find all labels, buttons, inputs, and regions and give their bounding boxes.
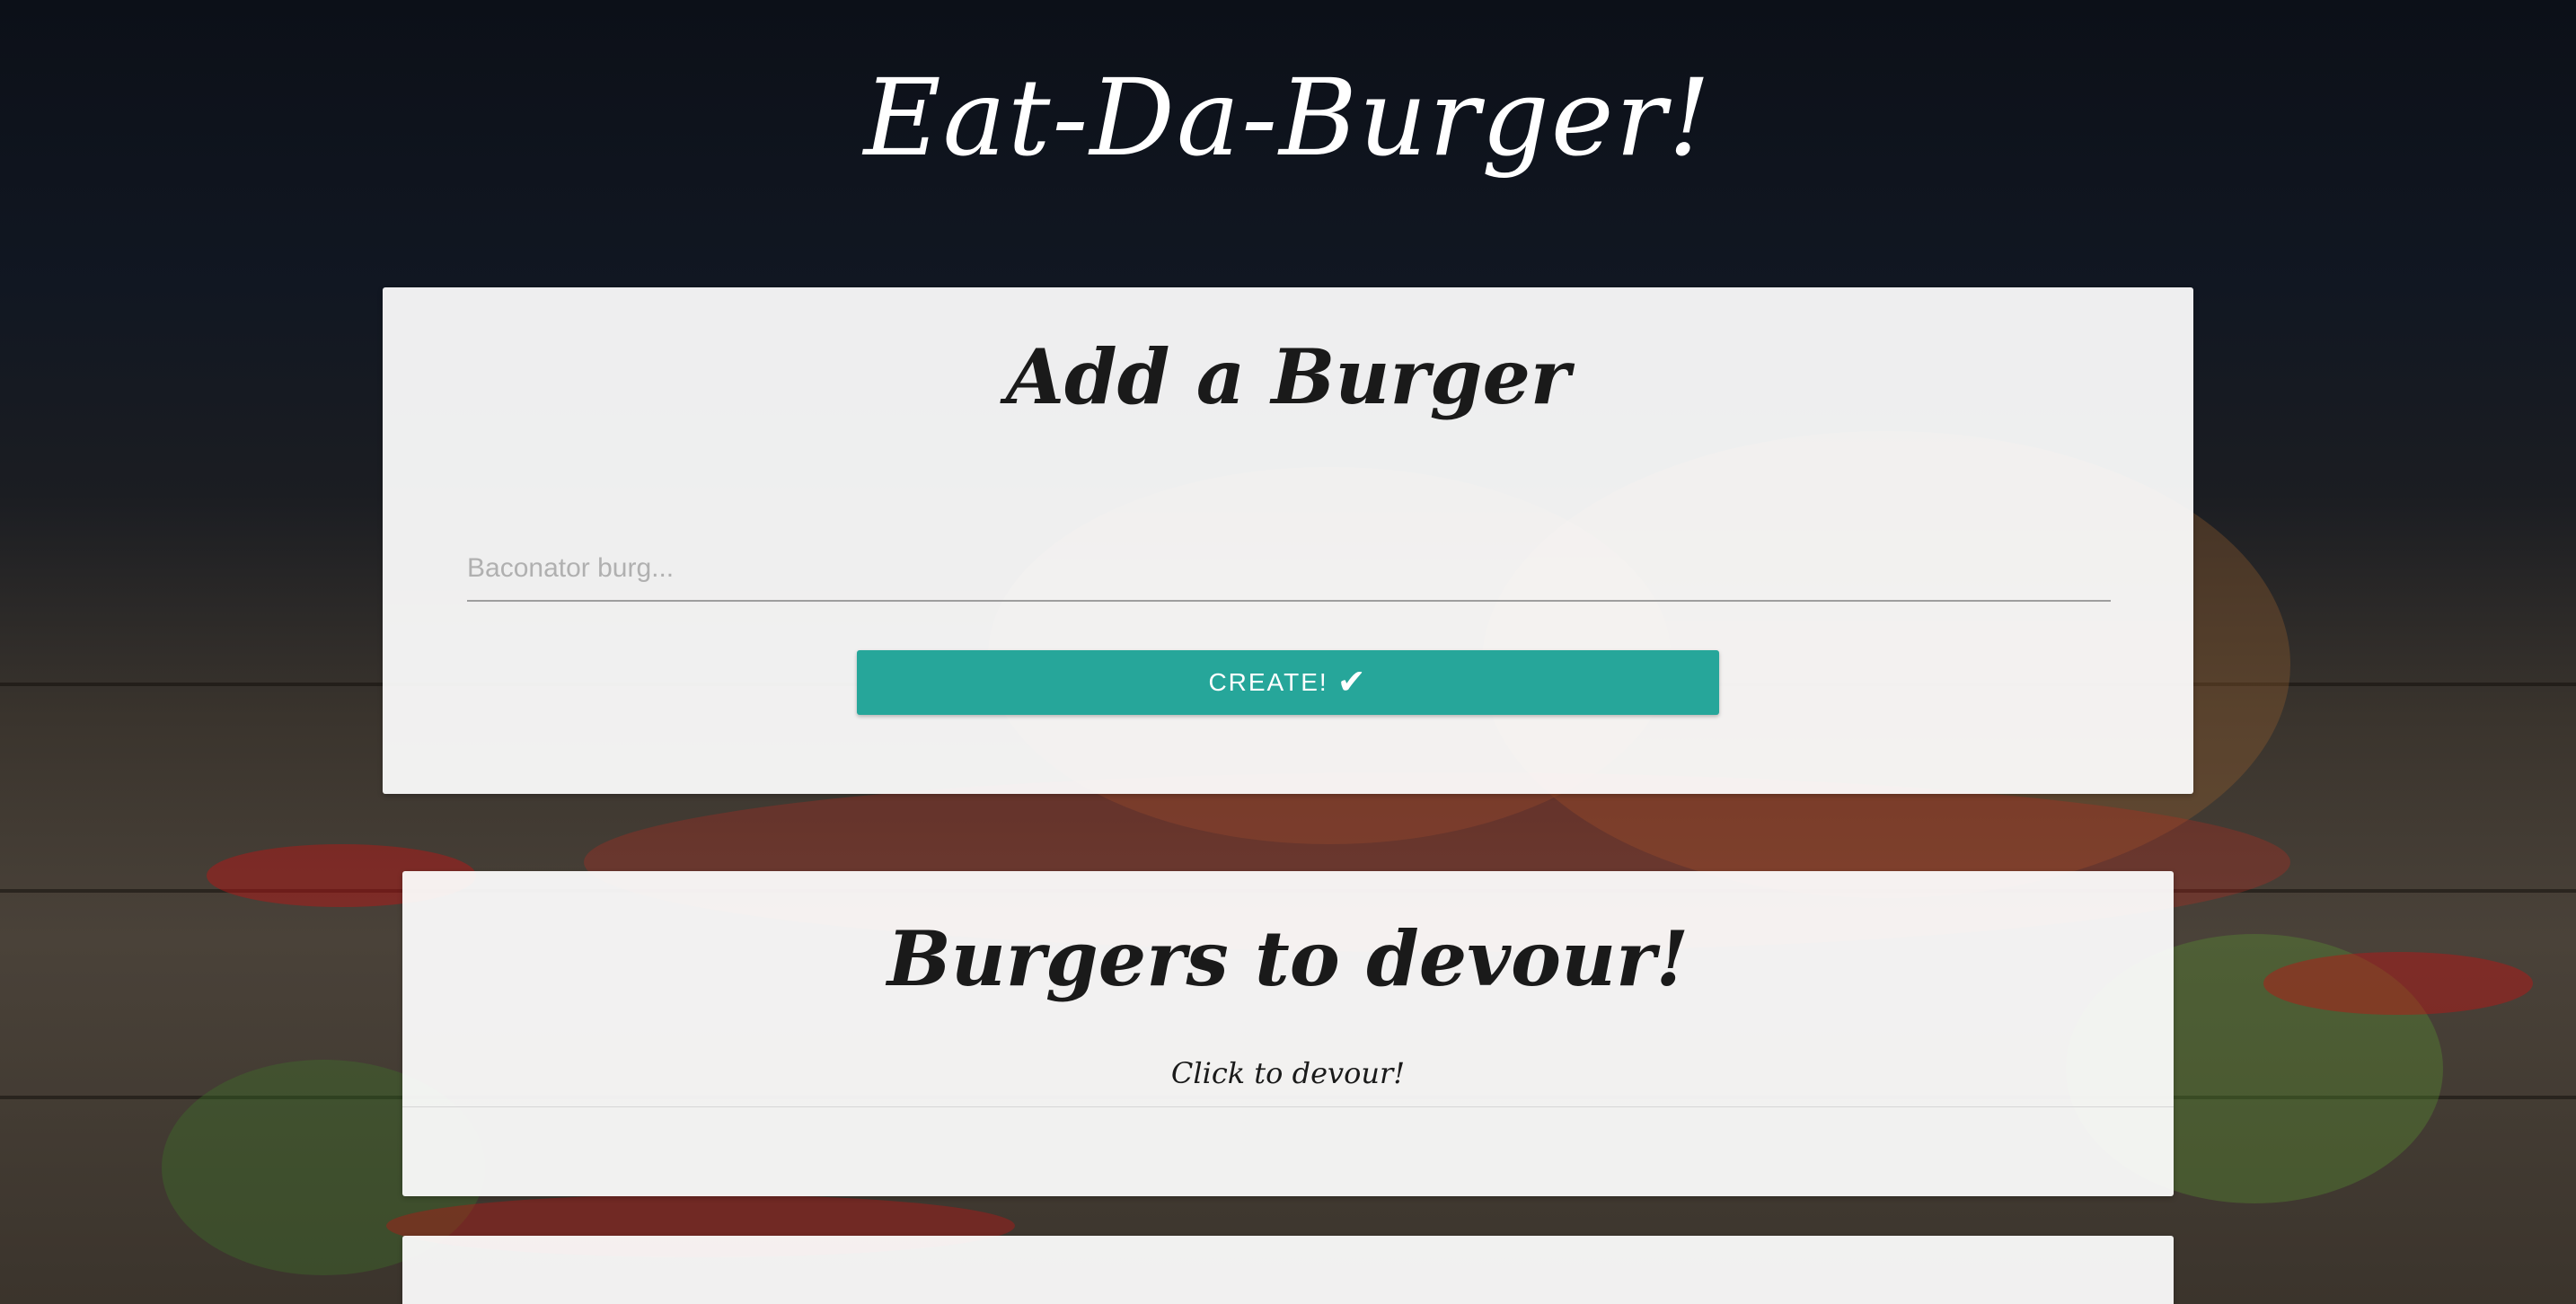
page-title: Eat-Da-Burger! [863, 56, 1713, 180]
add-burger-card: Add a Burger CREATE! ✔ [383, 287, 2193, 794]
devour-heading: Burgers to devour! [887, 914, 1689, 1003]
burger-name-input[interactable] [467, 537, 2111, 602]
devour-list [402, 1107, 2174, 1196]
devoured-burgers-card [402, 1236, 2174, 1304]
create-button[interactable]: CREATE! ✔ [857, 650, 1719, 715]
burgers-to-devour-card: Burgers to devour! Click to devour! [402, 871, 2174, 1196]
create-button-label: CREATE! [1208, 668, 1328, 696]
check-icon: ✔ [1337, 664, 1368, 701]
add-burger-heading: Add a Burger [1005, 332, 1571, 421]
devour-hint: Click to devour! [1170, 1056, 1406, 1090]
